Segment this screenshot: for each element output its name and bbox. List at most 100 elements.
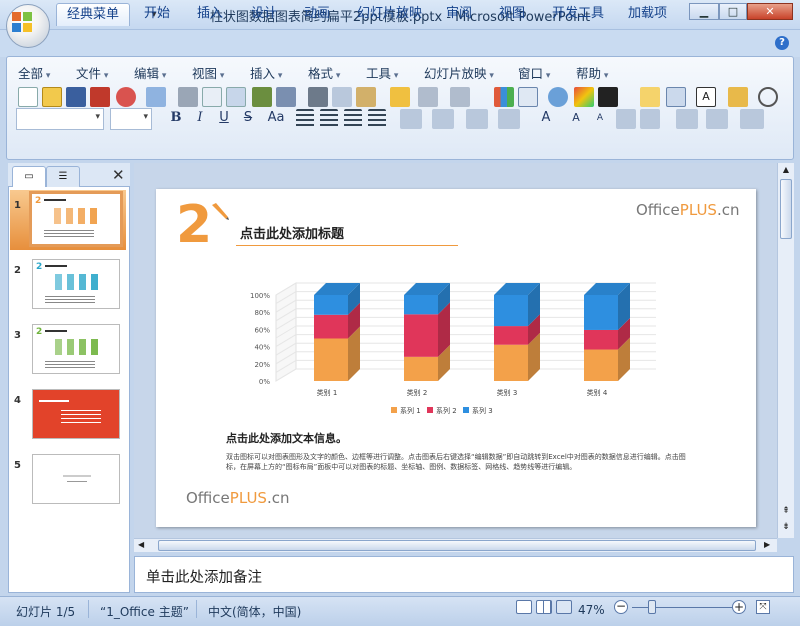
grow-font-icon[interactable]: A <box>566 108 586 128</box>
menu-slideshow[interactable]: 幻灯片放映 <box>424 63 494 82</box>
menu-insert[interactable]: 插入 <box>250 63 282 82</box>
tab-insert[interactable]: 插入 <box>187 3 233 26</box>
italic-button[interactable]: I <box>190 108 210 128</box>
slide-body-text[interactable]: 双击图标可以对图表图形及文字的颜色、边框等进行调整。点击图表后右键选择“编辑数据… <box>226 452 696 472</box>
panel-close-icon[interactable]: ✕ <box>112 167 125 183</box>
tab-design[interactable]: 设计 <box>241 3 287 26</box>
text-box-icon[interactable]: A <box>696 87 716 107</box>
decrease-indent-icon[interactable] <box>616 109 636 129</box>
new-document-icon[interactable] <box>18 87 38 107</box>
picture-icon[interactable] <box>574 87 594 107</box>
normal-view-icon[interactable] <box>516 600 532 614</box>
scroll-left-icon[interactable]: ◀ <box>138 540 144 549</box>
insert-chart-icon[interactable] <box>494 87 514 107</box>
save-toolbar-icon[interactable] <box>66 87 86 107</box>
fit-to-window-icon[interactable]: ⤧ <box>756 600 770 614</box>
font-size-combo[interactable] <box>110 108 152 130</box>
close-button[interactable]: ✕ <box>747 3 793 20</box>
shrink-font-icon[interactable]: A <box>590 108 610 128</box>
horizontal-scrollbar[interactable]: ◀ ▶ <box>134 538 777 552</box>
menu-format[interactable]: 格式 <box>308 63 340 82</box>
shape-styles-icon[interactable] <box>706 109 728 129</box>
menu-tools[interactable]: 工具 <box>366 63 398 82</box>
menu-view[interactable]: 视图 <box>192 63 224 82</box>
tab-review[interactable]: 审阅 <box>436 3 482 26</box>
slide-canvas[interactable]: 2 OfficePLUS.cn 点击此处添加标题 0% 20% 40% 60% 80% 1… <box>156 189 756 527</box>
permission-icon[interactable] <box>90 87 110 107</box>
folder-options-icon[interactable] <box>728 87 748 107</box>
slide-thumbnail[interactable]: 2 <box>32 324 120 374</box>
copy-icon[interactable] <box>332 87 352 107</box>
menu-file[interactable]: 文件 <box>76 63 108 82</box>
menu-window[interactable]: 窗口 <box>518 63 550 82</box>
slide-thumbnail[interactable] <box>32 389 120 439</box>
slide-sorter-icon[interactable] <box>536 600 552 614</box>
change-case-button[interactable]: Aa <box>262 108 290 128</box>
open-folder-icon[interactable] <box>42 87 62 107</box>
arrange-icon[interactable] <box>676 109 698 129</box>
slide-thumbnail[interactable]: 2 <box>32 259 120 309</box>
zoom-out-icon[interactable]: − <box>614 600 628 614</box>
zoom-slider-track[interactable] <box>632 607 732 608</box>
font-color-icon[interactable]: A <box>536 108 556 128</box>
spelling-icon[interactable] <box>252 87 272 107</box>
align-left-icon[interactable] <box>296 109 314 129</box>
format-painter-icon[interactable] <box>390 87 410 107</box>
align-right-icon[interactable] <box>344 109 362 129</box>
maximize-button[interactable]: □ <box>719 3 747 20</box>
font-name-combo[interactable] <box>16 108 104 130</box>
tab-view[interactable]: 视图 <box>489 3 535 26</box>
print-icon[interactable] <box>178 87 198 107</box>
scroll-right-icon[interactable]: ▶ <box>764 540 770 549</box>
slide-thumbnail[interactable] <box>32 454 120 504</box>
zoom-in-icon[interactable]: + <box>732 600 746 614</box>
menu-all[interactable]: 全部 <box>18 63 50 82</box>
zoom-slider-thumb[interactable] <box>648 600 656 614</box>
align-center-icon[interactable] <box>320 109 338 129</box>
paste-icon[interactable] <box>356 87 376 107</box>
tab-slides[interactable]: ▭ <box>12 166 46 187</box>
new-slide-icon[interactable] <box>640 87 660 107</box>
slide-subtitle[interactable]: 点击此处添加文本信息。 <box>226 430 347 446</box>
slideshow-view-icon[interactable] <box>556 600 572 614</box>
menu-edit[interactable]: 编辑 <box>134 63 166 82</box>
research-icon[interactable] <box>276 87 296 107</box>
menu-help[interactable]: 帮助 <box>576 63 608 82</box>
email-icon[interactable] <box>146 87 166 107</box>
redo-toolbar-icon[interactable] <box>450 87 470 107</box>
print-preview-icon[interactable] <box>202 87 222 107</box>
clip-art-icon[interactable] <box>548 87 568 107</box>
layout-icon[interactable] <box>226 87 246 107</box>
text-direction-icon[interactable] <box>400 109 422 129</box>
status-theme[interactable]: “1_Office 主题” <box>100 603 189 620</box>
increase-indent-icon[interactable] <box>640 109 660 129</box>
slide-layout-icon[interactable] <box>666 87 686 107</box>
notes-placeholder[interactable]: 单击此处添加备注 <box>146 566 262 587</box>
tab-home[interactable]: 开始 <box>134 3 180 26</box>
zoom-level[interactable]: 47% <box>578 603 605 617</box>
shape-fill-icon[interactable] <box>740 109 764 129</box>
tab-animation[interactable]: 动画 <box>294 3 340 26</box>
tab-outline[interactable]: ☰ <box>46 166 80 187</box>
vertical-scrollbar[interactable]: ▲ ⇞ ⇟ <box>777 163 794 538</box>
line-spacing-icon[interactable] <box>432 109 454 129</box>
bold-button[interactable]: B <box>166 108 186 128</box>
vertical-scroll-thumb[interactable] <box>780 179 792 239</box>
slide-thumbnail[interactable]: 2 <box>29 191 123 247</box>
status-language[interactable]: 中文(简体，中国) <box>208 603 301 620</box>
cut-icon[interactable] <box>308 87 328 107</box>
previous-slide-icon[interactable]: ⇞ <box>779 507 793 516</box>
tab-developer[interactable]: 开发工具 <box>542 3 614 26</box>
insert-table-icon[interactable] <box>518 87 538 107</box>
justify-icon[interactable] <box>368 109 386 129</box>
tab-addins[interactable]: 加载项 <box>618 3 677 26</box>
tab-classic-menu[interactable]: 经典菜单 <box>56 3 131 26</box>
undo-toolbar-icon[interactable] <box>418 87 438 107</box>
next-slide-icon[interactable]: ⇟ <box>779 523 793 532</box>
underline-button[interactable]: U <box>214 108 234 128</box>
numbering-icon[interactable] <box>466 109 488 129</box>
line-style-icon[interactable] <box>598 87 618 107</box>
minimize-button[interactable]: ▁ <box>689 3 719 20</box>
stacked-bar-chart[interactable]: 0% 20% 40% 60% 80% 100% 类别 1 类别 2 类别 3 类别 4 系列 1 系列… <box>216 265 676 425</box>
find-icon[interactable] <box>758 87 778 107</box>
